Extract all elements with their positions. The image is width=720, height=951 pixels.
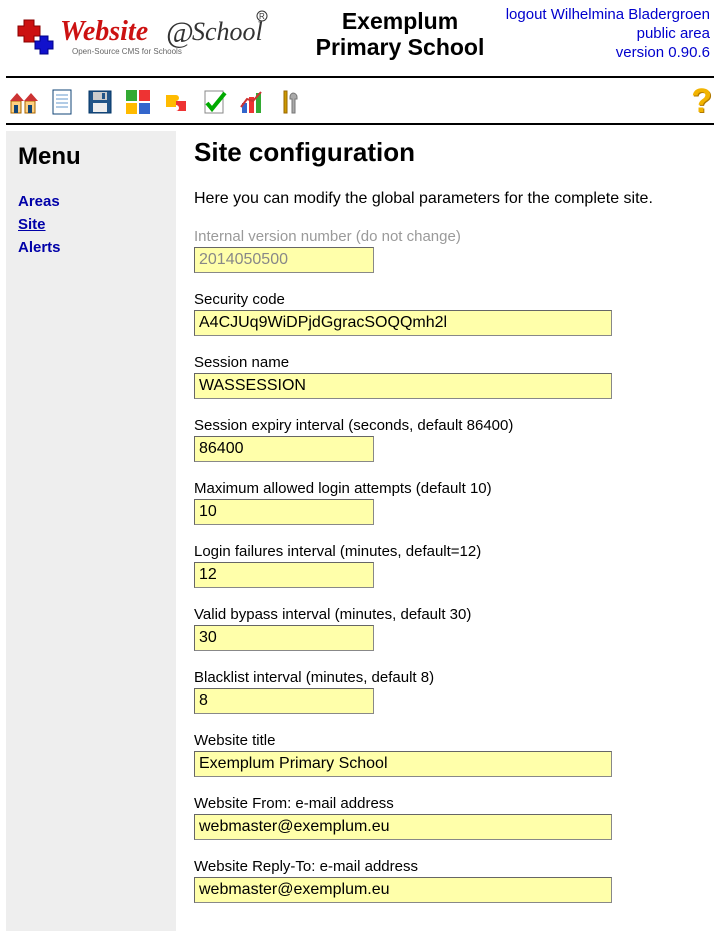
- website-title-input[interactable]: [194, 751, 612, 777]
- topright-links: logout Wilhelmina Bladergroen public are…: [500, 6, 710, 62]
- stats-icon[interactable]: [236, 86, 268, 118]
- internal-version-input: [194, 247, 374, 273]
- check-icon[interactable]: [198, 86, 230, 118]
- field-from-email: Website From: e-mail address: [194, 795, 704, 840]
- page-icon[interactable]: [46, 86, 78, 118]
- modules-icon[interactable]: [122, 86, 154, 118]
- public-area-link[interactable]: public area: [637, 25, 710, 42]
- field-bypass: Valid bypass interval (minutes, default …: [194, 606, 704, 651]
- toolbar: ?: [6, 76, 714, 125]
- field-label: Maximum allowed login attempts (default …: [194, 480, 704, 497]
- field-label: Website From: e-mail address: [194, 795, 704, 812]
- svg-text:R: R: [259, 12, 265, 21]
- field-login-failures: Login failures interval (minutes, defaul…: [194, 543, 704, 588]
- logo-svg: Website @ School Open-Source CMS for Sch…: [10, 6, 270, 62]
- field-label: Valid bypass interval (minutes, default …: [194, 606, 704, 623]
- main-content: Site configuration Here you can modify t…: [176, 131, 714, 931]
- field-security-code: Security code: [194, 291, 704, 336]
- field-website-title: Website title: [194, 732, 704, 777]
- field-max-login: Maximum allowed login attempts (default …: [194, 480, 704, 525]
- session-name-input[interactable]: [194, 373, 612, 399]
- field-label: Blacklist interval (minutes, default 8): [194, 669, 704, 686]
- intro-text: Here you can modify the global parameter…: [194, 190, 704, 208]
- field-session-name: Session name: [194, 354, 704, 399]
- replyto-email-input[interactable]: [194, 877, 612, 903]
- svg-text:School: School: [192, 17, 263, 46]
- home-icon[interactable]: [8, 86, 40, 118]
- field-label: Website Reply-To: e-mail address: [194, 858, 704, 875]
- school-line2: Primary School: [316, 34, 485, 60]
- header: Website @ School Open-Source CMS for Sch…: [0, 0, 720, 76]
- max-login-input[interactable]: [194, 499, 374, 525]
- tools-icon[interactable]: [274, 86, 306, 118]
- blacklist-input[interactable]: [194, 688, 374, 714]
- user-name: Wilhelmina Bladergroen: [551, 6, 710, 23]
- svg-text:Open-Source CMS for Schools: Open-Source CMS for Schools: [72, 47, 182, 56]
- field-label: Security code: [194, 291, 704, 308]
- field-replyto-email: Website Reply-To: e-mail address: [194, 858, 704, 903]
- save-icon[interactable]: [84, 86, 116, 118]
- field-label: Internal version number (do not change): [194, 228, 704, 245]
- help-icon[interactable]: ?: [691, 82, 712, 121]
- menu-title: Menu: [18, 143, 164, 171]
- svg-text:@: @: [166, 16, 194, 49]
- field-label: Session name: [194, 354, 704, 371]
- field-blacklist: Blacklist interval (minutes, default 8): [194, 669, 704, 714]
- field-label: Website title: [194, 732, 704, 749]
- field-session-expiry: Session expiry interval (seconds, defaul…: [194, 417, 704, 462]
- bypass-input[interactable]: [194, 625, 374, 651]
- svg-text:Website: Website: [60, 16, 148, 47]
- from-email-input[interactable]: [194, 814, 612, 840]
- logo: Website @ School Open-Source CMS for Sch…: [10, 6, 300, 66]
- field-label: Session expiry interval (seconds, defaul…: [194, 417, 704, 434]
- field-label: Login failures interval (minutes, defaul…: [194, 543, 704, 560]
- page-title: Site configuration: [194, 137, 704, 168]
- sidebar-item-areas[interactable]: Areas: [18, 193, 164, 210]
- security-code-input[interactable]: [194, 310, 612, 336]
- sidebar: Menu Areas Site Alerts: [6, 131, 176, 931]
- school-title: Exemplum Primary School: [300, 6, 500, 61]
- logout-link[interactable]: logout: [506, 6, 547, 23]
- session-expiry-input[interactable]: [194, 436, 374, 462]
- field-internal-version: Internal version number (do not change): [194, 228, 704, 273]
- school-line1: Exemplum: [342, 8, 458, 34]
- sidebar-item-site[interactable]: Site: [18, 216, 164, 233]
- puzzle-icon[interactable]: [160, 86, 192, 118]
- login-failures-input[interactable]: [194, 562, 374, 588]
- sidebar-item-alerts[interactable]: Alerts: [18, 239, 164, 256]
- version-label: version 0.90.6: [616, 44, 710, 61]
